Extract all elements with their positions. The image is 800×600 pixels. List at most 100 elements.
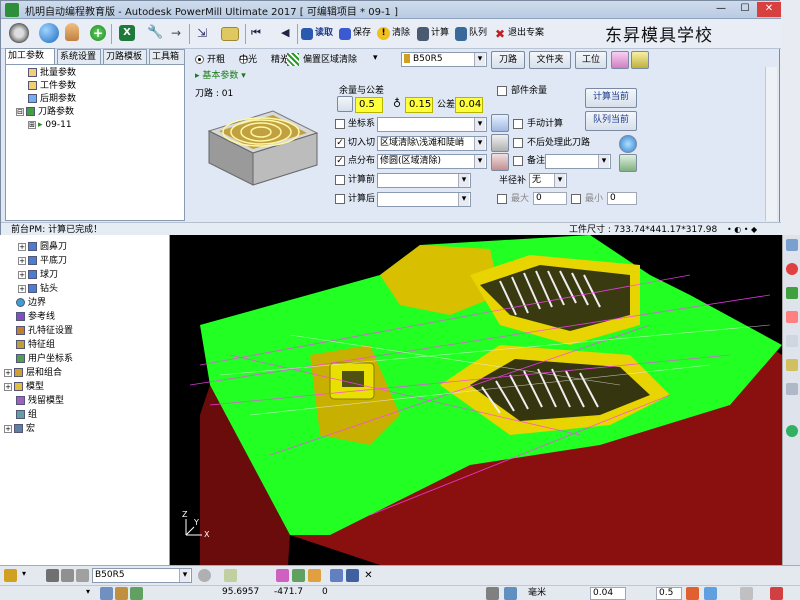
distrib-checkbox[interactable]: ✓ <box>335 156 345 166</box>
tree-item-drill[interactable]: + 钻头 <box>18 283 58 296</box>
save-icon[interactable] <box>339 28 351 40</box>
cutin-edit-icon[interactable] <box>491 134 509 152</box>
toolpath-button[interactable]: 刀路 <box>491 51 525 69</box>
pencil-icon[interactable] <box>330 569 343 582</box>
side-allowance-input[interactable]: 0.5 <box>355 97 383 113</box>
tab-machining-params[interactable]: 加工参数 <box>5 48 55 64</box>
z-coordinate[interactable]: 0 <box>320 587 360 600</box>
view-edit-icon[interactable] <box>786 359 798 371</box>
expand-icon[interactable]: + <box>18 256 26 265</box>
part-allowance-checkbox[interactable] <box>497 86 507 96</box>
calc-current-button[interactable]: 计算当前 <box>585 88 637 108</box>
tree-item-bullnose[interactable]: + 圆鼻刀 <box>18 241 67 254</box>
tool-combo[interactable]: B50R5 <box>401 52 487 67</box>
tree-item-toolpath-params[interactable]: ⊟ 刀路参数 <box>16 106 74 119</box>
settings-gear-icon[interactable] <box>9 23 29 43</box>
exit-project-button[interactable]: 退出专案 <box>508 25 544 42</box>
view-shade-icon[interactable] <box>786 263 798 275</box>
view-globe-icon[interactable] <box>786 425 798 437</box>
tree-item-user-coords[interactable]: 用户坐标系 <box>16 353 73 366</box>
tool-measure-icon[interactable] <box>224 569 237 582</box>
folder-button[interactable]: 文件夹 <box>529 51 571 69</box>
close-button[interactable]: ✕ <box>757 2 781 17</box>
tolerance-input[interactable]: 0.04 <box>455 97 483 113</box>
radius-comp-combo[interactable]: 无 <box>529 173 567 188</box>
tree-item-workpiece-params[interactable]: 工件参数 <box>28 80 76 93</box>
globe-icon[interactable] <box>39 23 59 43</box>
coord-icon-1[interactable] <box>486 587 499 600</box>
tray-icon-4[interactable] <box>770 587 783 600</box>
tab-toolbox[interactable]: 工具箱 <box>149 49 185 64</box>
calculator-icon[interactable] <box>417 27 429 41</box>
tree-item-post-params[interactable]: 后期参数 <box>28 93 76 106</box>
step-input-2[interactable]: 0.5 <box>656 587 682 600</box>
expand-icon[interactable]: + <box>4 368 12 377</box>
read-button[interactable]: 读取 <box>315 25 333 42</box>
edit-icon[interactable] <box>631 51 649 69</box>
tree-item-toolpath-09-11[interactable]: ⊞ ▸ 09-11 <box>28 119 72 132</box>
add-icon[interactable]: + <box>90 25 106 41</box>
snap-icon-1[interactable] <box>100 587 113 600</box>
tree-item-group[interactable]: 组 <box>16 409 37 422</box>
tree-item-feature-group[interactable]: 特征组 <box>16 339 55 352</box>
expand-icon[interactable]: + <box>18 270 26 279</box>
toolpath-icon[interactable]: ⇲ <box>197 25 211 41</box>
workpos-button[interactable]: 工位 <box>575 51 607 69</box>
minimize-button[interactable]: — <box>709 2 733 17</box>
tool-type-icon-3[interactable] <box>76 569 89 582</box>
tree-item-hole-feature[interactable]: 孔特征设置 <box>16 325 73 338</box>
view-pointer-icon[interactable] <box>786 335 798 347</box>
view-next-icon[interactable] <box>786 383 798 395</box>
expand-icon[interactable]: + <box>18 284 26 293</box>
coord-pick-icon[interactable] <box>491 114 509 132</box>
y-coordinate[interactable]: -471.7 <box>272 587 318 600</box>
tray-icon-2[interactable] <box>704 587 717 600</box>
calc-after-checkbox[interactable] <box>335 194 345 204</box>
collapse-icon[interactable]: ⊟ <box>16 107 24 116</box>
note-combo[interactable] <box>545 154 611 169</box>
no-post-checkbox[interactable] <box>513 138 523 148</box>
distrib-edit-icon[interactable] <box>491 153 509 171</box>
read-icon[interactable] <box>301 28 313 40</box>
tree-item-macro[interactable]: + 宏 <box>4 423 35 436</box>
dialog-scrollbar[interactable] <box>765 67 777 221</box>
folder-icon[interactable] <box>221 27 239 41</box>
clear-button[interactable]: 清除 <box>392 25 410 42</box>
active-tool-combo[interactable]: B50R5 <box>92 568 192 583</box>
expand-icon[interactable]: + <box>4 382 12 391</box>
snap-icon-3[interactable] <box>130 587 143 600</box>
tray-icon-1[interactable] <box>686 587 699 600</box>
max-checkbox[interactable] <box>497 194 507 204</box>
expand-icon[interactable]: + <box>18 242 26 251</box>
cutin-combo[interactable]: 区域清除\浅滩和陡峭 <box>377 136 487 151</box>
tree-item-stock-model[interactable]: 残留模型 <box>16 395 64 408</box>
path-edit-icon-2[interactable] <box>292 569 305 582</box>
tab-system-settings[interactable]: 系统设置 <box>57 49 101 64</box>
min-input[interactable]: 0 <box>607 192 637 205</box>
step-input-1[interactable]: 0.04 <box>590 587 626 600</box>
save-button[interactable]: 保存 <box>353 25 371 42</box>
arrow-right-icon[interactable]: → <box>171 25 185 41</box>
basic-params-title[interactable]: ▸ 基本参数 ▾ <box>195 70 246 82</box>
coord-checkbox[interactable] <box>335 119 345 129</box>
tree-item-model[interactable]: + 模型 <box>4 381 44 394</box>
view-stock-icon[interactable] <box>786 311 798 323</box>
view-iso-icon[interactable] <box>786 239 798 251</box>
expand-icon[interactable]: + <box>4 424 12 433</box>
distrib-combo[interactable]: 修圆(区域清除) <box>377 154 487 169</box>
tool-dropdown-icon[interactable]: ▾ <box>22 569 35 582</box>
queue-current-button[interactable]: 队列当前 <box>585 111 637 131</box>
queue-icon[interactable] <box>455 27 467 41</box>
coord-icon-2[interactable] <box>504 587 517 600</box>
bottom-allowance-input[interactable]: 0.15 <box>405 97 433 113</box>
tab-toolpath-template[interactable]: 刀路模板 <box>103 49 147 64</box>
view-wire-icon[interactable] <box>786 287 798 299</box>
path-edit-icon-3[interactable] <box>308 569 321 582</box>
cutin-checkbox[interactable]: ✓ <box>335 138 345 148</box>
excel-icon[interactable]: X <box>119 25 135 41</box>
tool-holder-icon[interactable] <box>4 569 17 582</box>
maximize-button[interactable]: ☐ <box>733 2 757 17</box>
tray-icon-3[interactable] <box>740 587 753 600</box>
tree-item-boundary[interactable]: 边界 <box>16 297 46 310</box>
expand-icon[interactable]: ⊞ <box>28 120 36 129</box>
